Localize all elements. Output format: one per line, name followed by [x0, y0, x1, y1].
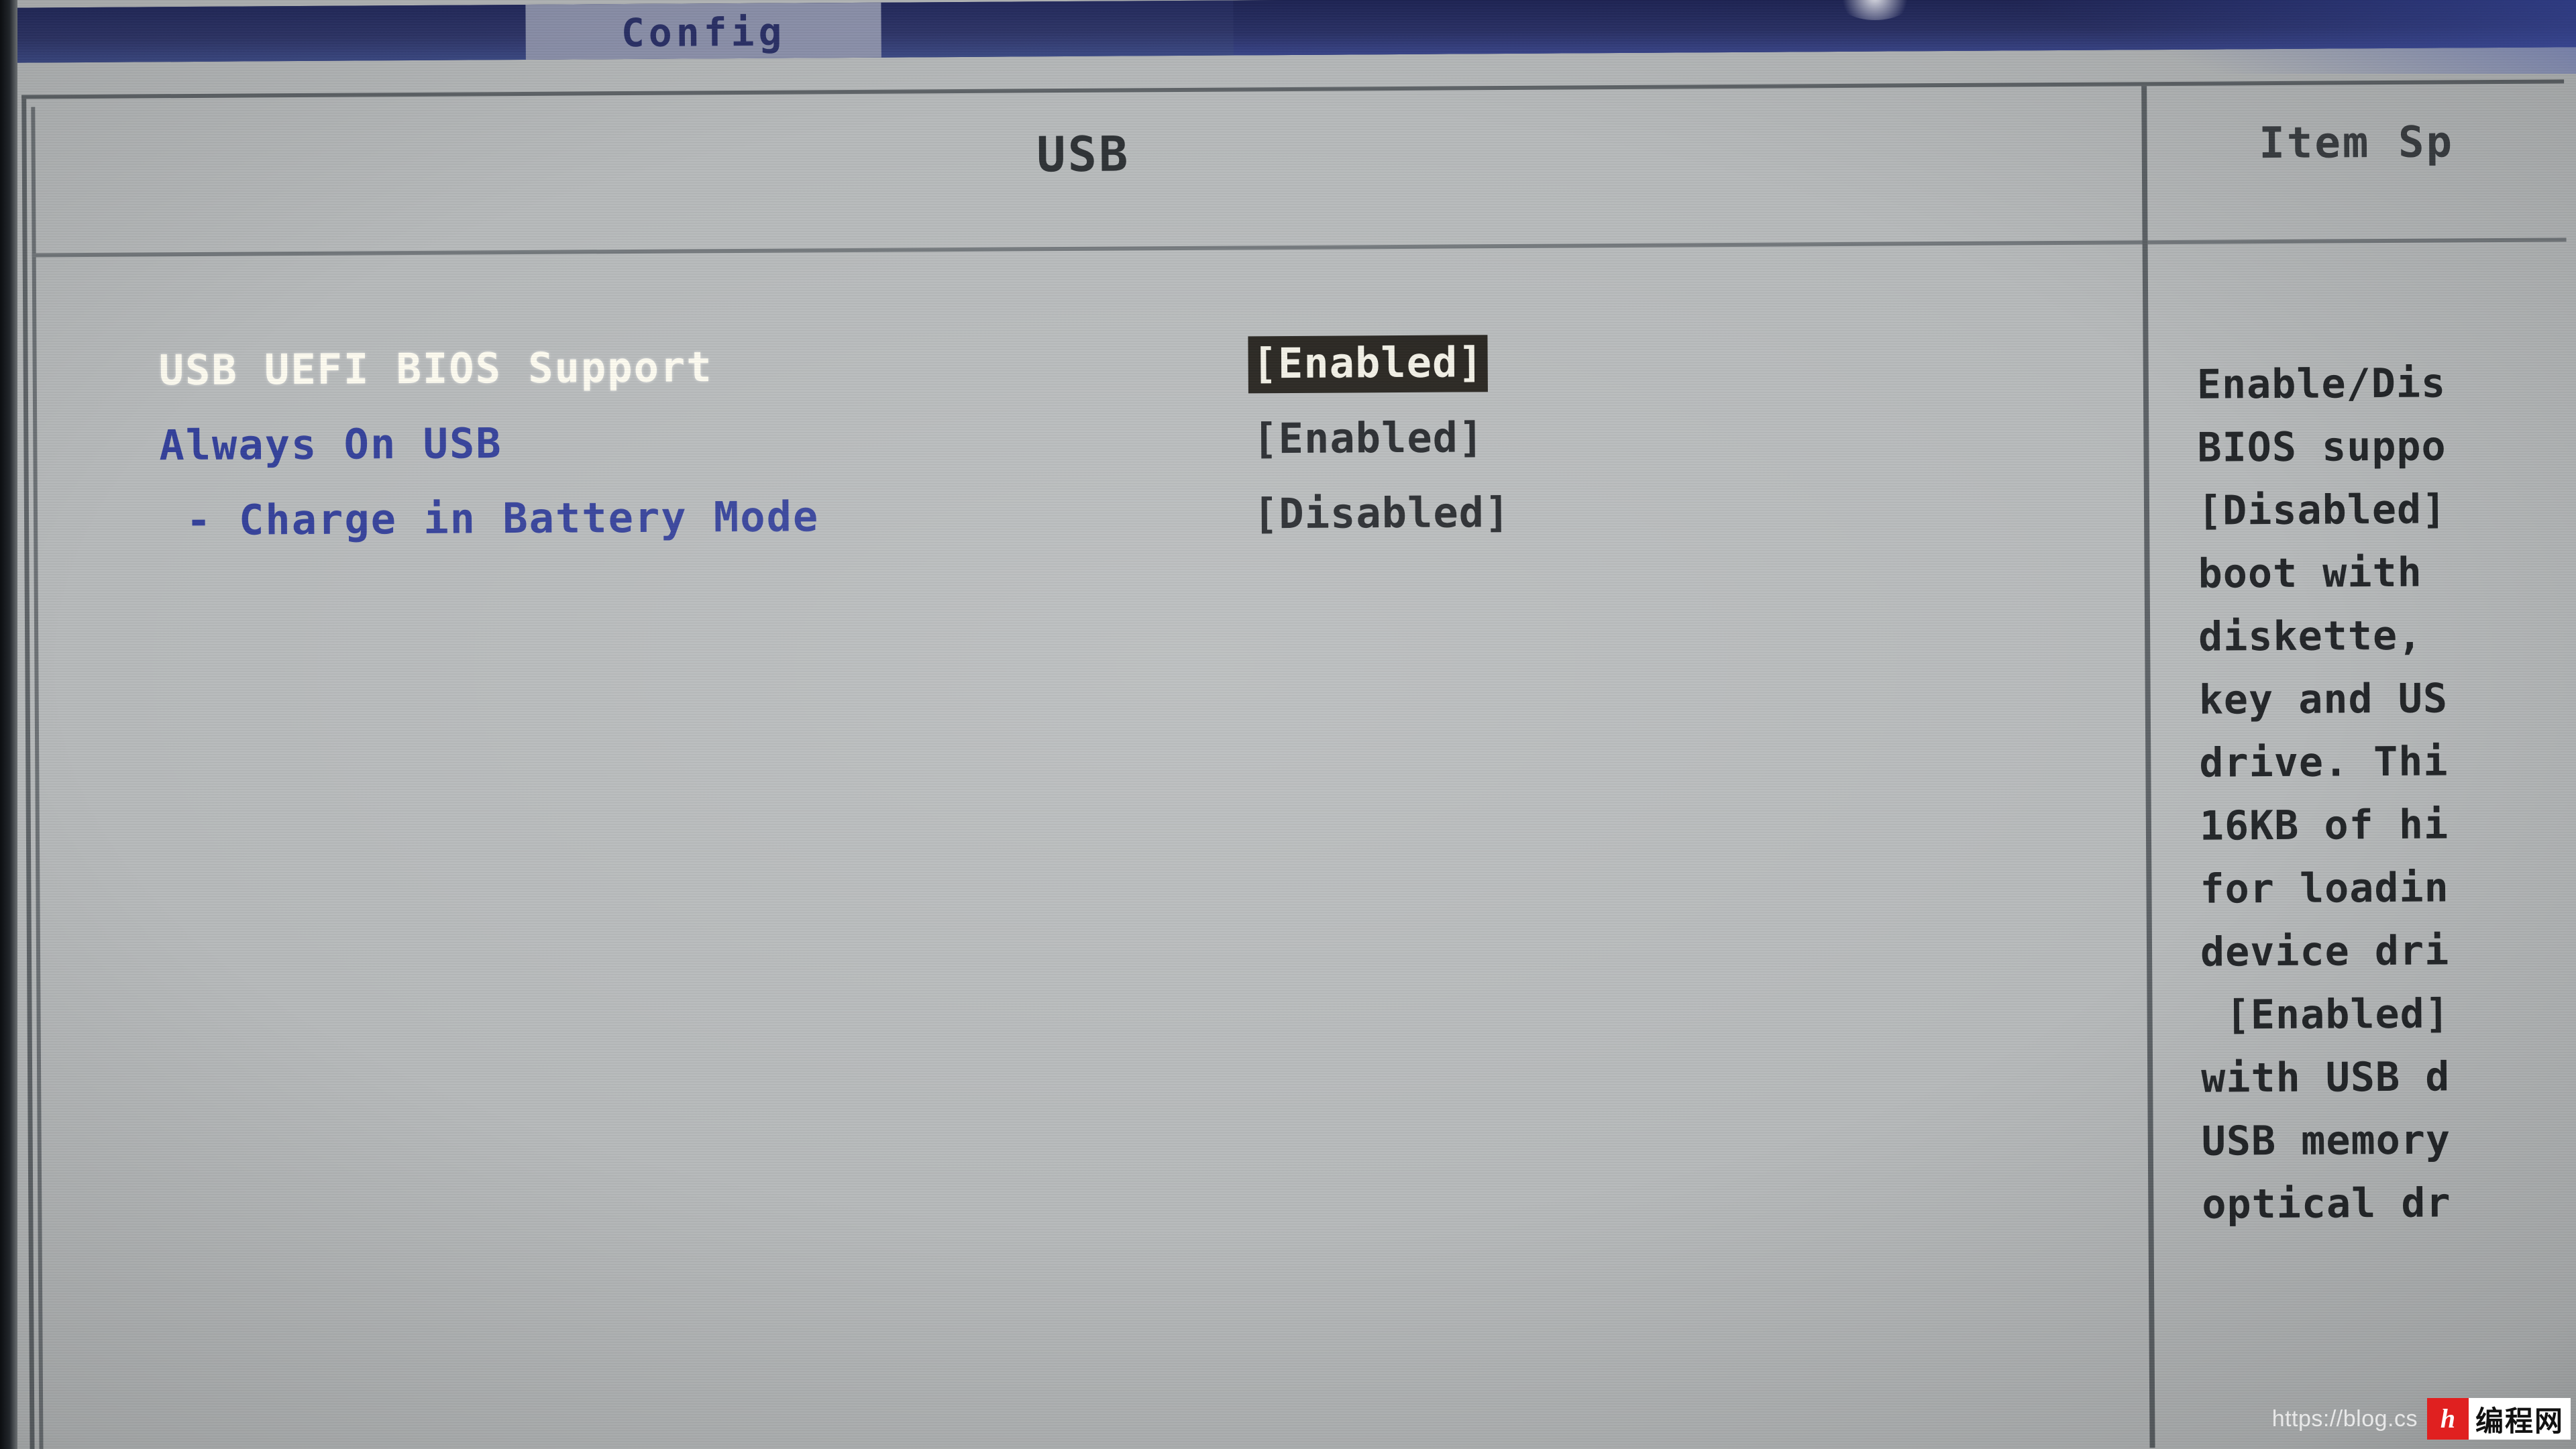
help-line: for loadin — [2200, 864, 2449, 913]
page-title: USB — [1036, 125, 1130, 183]
bios-setup-screen: Config USB USB UEFI BIOS Support [Enable… — [0, 0, 2576, 1449]
help-line: with USB d — [2200, 1053, 2451, 1102]
setting-value[interactable]: [Disabled] — [1253, 488, 1511, 538]
help-line: USB memory — [2201, 1116, 2451, 1165]
menu-bar-right-region — [1233, 0, 2576, 56]
help-line: optical dr — [2202, 1179, 2451, 1228]
help-line: device dri — [2200, 927, 2450, 976]
menu-tab-next[interactable] — [884, 1, 1233, 58]
menu-bar: Config — [0, 0, 2576, 63]
help-line: key and US — [2198, 675, 2449, 724]
menu-tab-previous[interactable] — [103, 5, 519, 62]
setting-value[interactable]: [Enabled] — [1252, 413, 1484, 463]
help-line: [Enabled] — [2200, 990, 2451, 1039]
help-line: diskette, — [2198, 612, 2423, 661]
help-line: BIOS suppo — [2197, 423, 2447, 472]
menu-tab-config[interactable]: Config — [525, 2, 881, 60]
settings-frame — [21, 79, 2573, 1449]
setting-label: - Charge in Battery Mode — [159, 492, 820, 545]
settings-list: USB UEFI BIOS Support [Enabled] Always O… — [158, 334, 2105, 572]
setting-row-always-on-usb[interactable]: Always On USB [Enabled] — [159, 409, 2105, 496]
help-line: drive. Thi — [2199, 738, 2449, 787]
help-panel-title: Item Sp — [2259, 117, 2455, 169]
bios-screen-photo: Config USB USB UEFI BIOS Support [Enable… — [0, 0, 2576, 1449]
setting-label: Always On USB — [159, 419, 502, 470]
setting-row-usb-uefi-bios-support[interactable]: USB UEFI BIOS Support [Enabled] — [158, 334, 2104, 421]
setting-label: USB UEFI BIOS Support — [158, 342, 713, 395]
help-line: [Disabled] — [2197, 486, 2447, 535]
setting-row-charge-in-battery-mode[interactable]: - Charge in Battery Mode [Disabled] — [160, 484, 2106, 572]
setting-value[interactable]: [Enabled] — [1248, 335, 1488, 394]
help-panel-body: Enable/Dis BIOS suppo [Disabled] boot wi… — [2197, 351, 2576, 1236]
help-line: Enable/Dis — [2196, 360, 2447, 409]
submenu-header: USB — [26, 86, 2140, 254]
help-line: boot with — [2198, 549, 2422, 598]
help-line: 16KB of hi — [2199, 801, 2449, 850]
